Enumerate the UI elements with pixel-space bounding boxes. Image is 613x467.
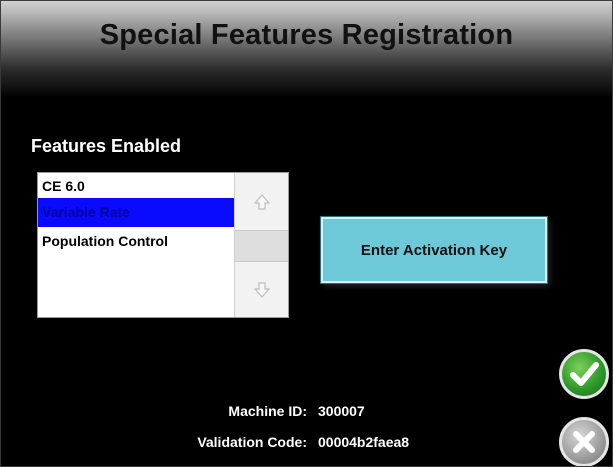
accept-button[interactable] bbox=[559, 349, 609, 399]
features-enabled-label: Features Enabled bbox=[31, 136, 182, 156]
x-icon bbox=[573, 431, 595, 453]
down-arrow-icon bbox=[253, 281, 270, 298]
checkmark-icon bbox=[570, 362, 599, 386]
list-item-population-control[interactable]: Population Control bbox=[38, 227, 234, 256]
list-item-ce[interactable]: CE 6.0 bbox=[38, 173, 234, 198]
validation-code-label: Validation Code: bbox=[197, 434, 307, 450]
validation-code-row: Validation Code: 00004b2faea8 bbox=[1, 434, 612, 454]
machine-id-label: Machine ID: bbox=[228, 403, 307, 419]
machine-id-value: 300007 bbox=[318, 403, 365, 419]
up-arrow-icon bbox=[253, 193, 270, 210]
registration-screen: Special Features Registration Features E… bbox=[0, 0, 613, 467]
scrollbar-track[interactable] bbox=[234, 231, 288, 261]
validation-code-value: 00004b2faea8 bbox=[318, 434, 410, 450]
scroll-down-button[interactable] bbox=[234, 261, 288, 317]
scroll-up-button[interactable] bbox=[234, 173, 288, 231]
list-item-variable-rate[interactable]: Variable Rate bbox=[38, 198, 234, 227]
enter-activation-key-button[interactable]: Enter Activation Key bbox=[321, 217, 547, 283]
title-bar: Special Features Registration bbox=[1, 1, 612, 96]
page-title: Special Features Registration bbox=[99, 19, 514, 51]
machine-id-row: Machine ID: 300007 bbox=[1, 403, 612, 423]
cancel-button[interactable] bbox=[559, 417, 609, 466]
features-list: CE 6.0 Variable Rate Population Control bbox=[38, 173, 234, 256]
features-listbox[interactable]: CE 6.0 Variable Rate Population Control bbox=[37, 172, 289, 318]
